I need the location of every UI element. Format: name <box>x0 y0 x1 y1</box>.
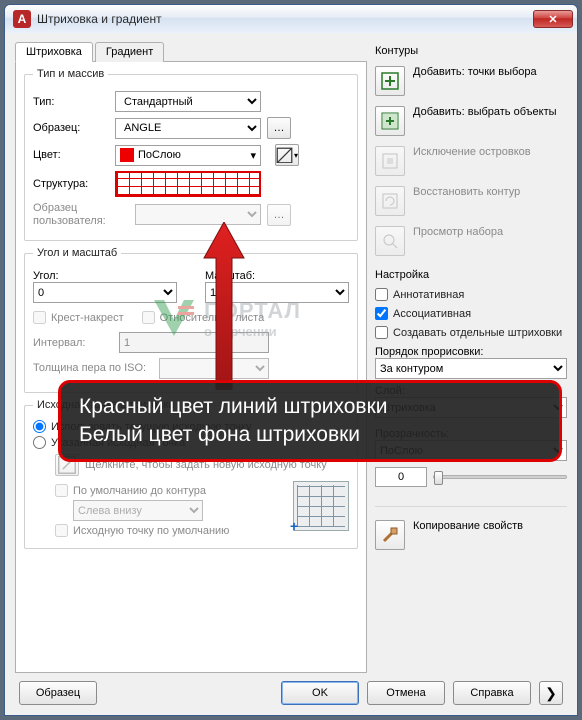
view-selection-button <box>375 226 405 256</box>
angle-scale-legend: Угол и масштаб <box>33 247 121 259</box>
type-legend: Тип и массив <box>33 68 108 80</box>
annotation-arrow <box>194 222 254 390</box>
color-select[interactable]: ПоСлою ▾ <box>115 145 261 166</box>
use-current-origin-radio[interactable] <box>33 420 46 433</box>
annotative-checkbox[interactable] <box>375 288 388 301</box>
separate-label: Создавать отдельные штриховки <box>393 327 562 339</box>
titlebar[interactable]: A Штриховка и градиент ✕ <box>5 5 577 33</box>
associative-label: Ассоциативная <box>393 308 471 320</box>
ok-button[interactable]: OK <box>281 681 359 705</box>
add-select-objects-label: Добавить: выбрать объекты <box>413 106 557 120</box>
relative-paper-checkbox <box>142 311 155 324</box>
dialog-window: A Штриховка и градиент ✕ Штриховка Гради… <box>4 4 578 716</box>
default-boundary-label: По умолчанию до контура <box>73 485 206 497</box>
origin-position-select: Слева внизу <box>73 500 203 521</box>
bg-color-button[interactable]: ▾ <box>275 144 299 166</box>
close-button[interactable]: ✕ <box>533 10 573 28</box>
type-select[interactable]: Стандартный <box>115 91 261 112</box>
recreate-boundary-button <box>375 186 405 216</box>
pattern-label: Образец: <box>33 122 109 134</box>
crisscross-checkbox <box>33 311 46 324</box>
custom-pattern-browse: … <box>267 204 291 226</box>
color-swatch-icon <box>120 148 134 162</box>
tab-gradient[interactable]: Градиент <box>95 42 164 62</box>
angle-label: Угол: <box>33 270 177 282</box>
default-origin-checkbox <box>55 524 68 537</box>
color-label: Цвет: <box>33 149 109 161</box>
remove-islands-label: Исключение островков <box>413 146 531 160</box>
angle-scale-group: Угол и масштаб Угол: 0 Масштаб: 1 <box>24 247 358 393</box>
crisscross-label: Крест-накрест <box>51 312 124 324</box>
tab-hatch-body: Тип и массив Тип: Стандартный Образец: A… <box>15 61 367 673</box>
expand-dialog-button[interactable]: ❯ <box>539 681 563 705</box>
pattern-select[interactable]: ANGLE <box>115 118 261 139</box>
type-and-pattern-group: Тип и массив Тип: Стандартный Образец: A… <box>24 68 358 241</box>
view-selection-label: Просмотр набора <box>413 226 503 240</box>
color-value: ПоСлою <box>138 149 181 161</box>
structure-label: Структура: <box>33 178 109 190</box>
button-bar: Образец OK Отмена Справка ❯ <box>15 673 567 709</box>
preview-button[interactable]: Образец <box>19 681 97 705</box>
type-label: Тип: <box>33 96 109 108</box>
add-pick-points-label: Добавить: точки выбора <box>413 66 537 80</box>
recreate-boundary-label: Восстановить контур <box>413 186 520 200</box>
inherit-props-label: Копирование свойств <box>413 520 523 534</box>
origin-preview: + <box>293 481 349 531</box>
default-origin-label: Исходную точку по умолчанию <box>73 525 229 537</box>
interval-label: Интервал: <box>33 337 113 349</box>
default-boundary-checkbox <box>55 484 68 497</box>
angle-select[interactable]: 0 <box>33 282 177 303</box>
swatch-preview[interactable] <box>115 171 261 197</box>
help-button[interactable]: Справка <box>453 681 531 705</box>
annotation-line2: Белый цвет фона штриховки <box>79 421 541 449</box>
transparency-value-input[interactable] <box>375 467 427 487</box>
draw-order-select[interactable]: За контуром <box>375 358 567 379</box>
cancel-button[interactable]: Отмена <box>367 681 445 705</box>
tab-hatch[interactable]: Штриховка <box>15 42 93 62</box>
specified-origin-radio[interactable] <box>33 436 46 449</box>
app-icon: A <box>13 10 31 28</box>
add-pick-points-button[interactable] <box>375 66 405 96</box>
separate-checkbox[interactable] <box>375 326 388 339</box>
annotation-line1: Красный цвет линий штриховки <box>79 393 541 421</box>
associative-checkbox[interactable] <box>375 307 388 320</box>
annotation-callout: Красный цвет линий штриховки Белый цвет … <box>58 380 562 462</box>
transparency-slider[interactable] <box>433 475 567 479</box>
iso-label: Толщина пера по ISO: <box>33 362 153 375</box>
origin-plus-icon: + <box>290 518 298 534</box>
custom-pattern-label: Образец пользователя: <box>33 202 129 227</box>
annotative-label: Аннотативная <box>393 289 464 301</box>
remove-islands-button <box>375 146 405 176</box>
boundaries-head: Контуры <box>375 45 567 57</box>
inherit-props-button[interactable] <box>375 520 405 550</box>
draw-order-label: Порядок прорисовки: <box>375 346 567 358</box>
window-title: Штриховка и градиент <box>37 12 162 26</box>
pattern-browse-button[interactable]: … <box>267 117 291 139</box>
add-select-objects-button[interactable] <box>375 106 405 136</box>
options-head: Настройка <box>375 269 567 281</box>
